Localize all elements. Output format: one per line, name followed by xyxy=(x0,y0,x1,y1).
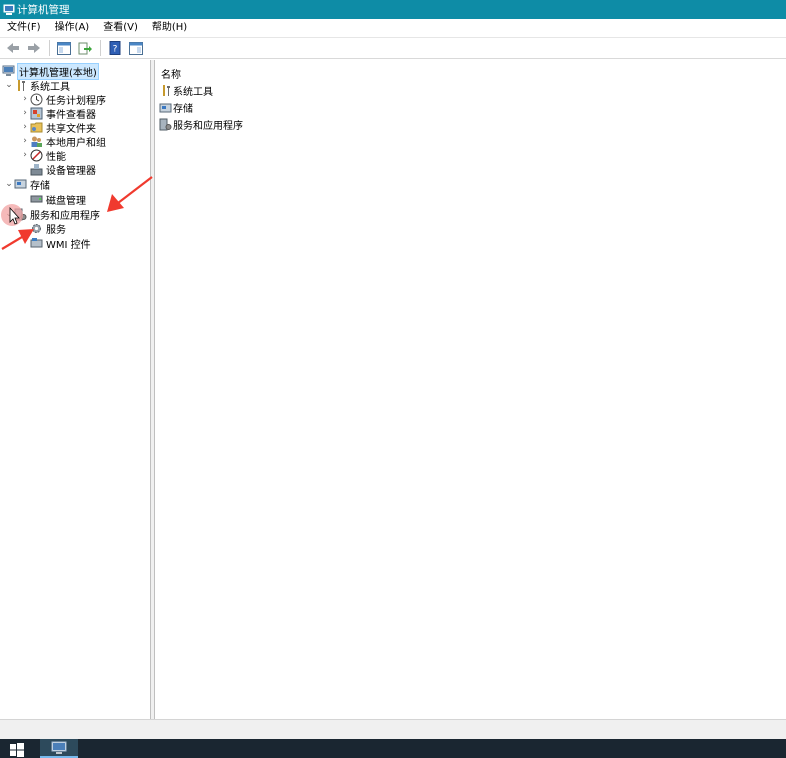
tools-icon xyxy=(159,84,172,97)
tree-label-shared-folders: 共享文件夹 xyxy=(46,123,96,135)
toolbar-separator-2 xyxy=(100,40,101,56)
tree-item-system-tools[interactable]: ⌄ 系统工具 xyxy=(4,78,71,93)
status-bar xyxy=(0,719,786,739)
wmi-icon xyxy=(30,237,43,250)
tree-label-services: 服务 xyxy=(46,224,66,236)
tree-item-device-manager[interactable]: 设备管理器 xyxy=(30,162,97,177)
tree-label-task-scheduler: 任务计划程序 xyxy=(46,95,106,107)
help-button[interactable]: ? xyxy=(105,39,124,57)
list-item-storage[interactable]: 存储 xyxy=(159,100,193,115)
services-apps-icon xyxy=(14,208,27,221)
menu-bar: 文件(F) 操作(A) 查看(V) 帮助(H) xyxy=(0,19,786,37)
event-viewer-icon xyxy=(30,107,43,120)
menu-file[interactable]: 文件(F) xyxy=(0,19,48,37)
export-list-button[interactable] xyxy=(75,39,94,57)
chevron-down-icon[interactable]: ⌄ xyxy=(4,207,14,221)
tree-item-task-scheduler[interactable]: › 任务计划程序 xyxy=(20,92,107,107)
computer-management-icon xyxy=(51,741,67,754)
taskbar-app-computer-management[interactable] xyxy=(40,739,78,758)
list-view-pane[interactable]: 名称 系统工具 存储 服务和应用程序 xyxy=(154,60,786,719)
list-item-services-apps[interactable]: 服务和应用程序 xyxy=(159,117,243,132)
users-icon xyxy=(30,135,43,148)
tree-label-performance: 性能 xyxy=(46,151,66,163)
tree-label-local-users: 本地用户和组 xyxy=(46,137,106,149)
clock-icon xyxy=(30,93,43,106)
list-label-storage: 存储 xyxy=(173,104,193,115)
tree-label-services-apps: 服务和应用程序 xyxy=(30,210,100,222)
tools-icon xyxy=(14,79,27,92)
performance-icon xyxy=(30,149,43,162)
storage-icon xyxy=(14,178,27,191)
tree-label-wmi: WMI 控件 xyxy=(46,239,91,251)
menu-action[interactable]: 操作(A) xyxy=(48,19,97,37)
list-label-system-tools: 系统工具 xyxy=(173,87,213,98)
chevron-right-icon[interactable]: › xyxy=(20,134,30,148)
back-button[interactable] xyxy=(3,39,22,57)
menu-view[interactable]: 查看(V) xyxy=(96,19,145,37)
column-header-name[interactable]: 名称 xyxy=(161,66,181,81)
help-book-icon: ? xyxy=(109,41,120,55)
console-tree-icon xyxy=(56,41,71,55)
storage-icon xyxy=(159,101,172,114)
tree-label-system-tools: 系统工具 xyxy=(30,81,70,93)
chevron-down-icon[interactable]: ⌄ xyxy=(4,177,14,191)
export-icon xyxy=(78,42,92,54)
tree-item-wmi[interactable]: WMI 控件 xyxy=(30,236,92,251)
tree-item-disk-management[interactable]: 磁盘管理 xyxy=(30,192,87,207)
show-hide-console-tree-button[interactable] xyxy=(54,39,73,57)
chevron-right-icon[interactable]: › xyxy=(20,106,30,120)
tree-item-services-apps[interactable]: ⌄ 服务和应用程序 xyxy=(4,207,101,222)
window-title: 计算机管理 xyxy=(17,4,70,16)
gear-icon xyxy=(30,222,43,235)
title-bar: 计算机管理 xyxy=(0,0,786,19)
menu-help[interactable]: 帮助(H) xyxy=(145,19,194,37)
tree-label-event-viewer: 事件查看器 xyxy=(46,109,96,121)
svg-text:?: ? xyxy=(112,45,117,55)
computer-management-icon xyxy=(2,65,15,78)
console-tree-pane[interactable]: 计算机管理(本地) ⌄ 系统工具 › 任务计划程序 › 事件查看器 › 共享文件… xyxy=(0,60,151,719)
tree-item-storage[interactable]: ⌄ 存储 xyxy=(4,177,51,192)
chevron-right-icon[interactable]: › xyxy=(20,92,30,106)
shared-folder-icon xyxy=(30,121,43,134)
list-item-system-tools[interactable]: 系统工具 xyxy=(159,83,213,98)
computer-management-icon xyxy=(3,4,15,15)
tree-label-disk-management: 磁盘管理 xyxy=(46,195,86,207)
windows-start-icon[interactable] xyxy=(10,743,24,757)
disk-icon xyxy=(30,193,43,206)
forward-arrow-icon xyxy=(27,43,40,53)
tree-item-services[interactable]: 服务 xyxy=(30,221,67,236)
tree-item-performance[interactable]: › 性能 xyxy=(20,148,67,163)
tree-item-shared-folders[interactable]: › 共享文件夹 xyxy=(20,120,97,135)
chevron-right-icon[interactable]: › xyxy=(20,120,30,134)
action-pane-icon xyxy=(128,41,143,55)
forward-button[interactable] xyxy=(24,39,43,57)
tree-item-event-viewer[interactable]: › 事件查看器 xyxy=(20,106,97,121)
toolbar: ? xyxy=(0,37,786,59)
tree-item-local-users[interactable]: › 本地用户和组 xyxy=(20,134,107,149)
chevron-down-icon[interactable]: ⌄ xyxy=(4,78,14,92)
list-label-services-apps: 服务和应用程序 xyxy=(173,121,243,132)
back-arrow-icon xyxy=(6,43,19,53)
toolbar-separator xyxy=(49,40,50,56)
show-hide-action-pane-button[interactable] xyxy=(126,39,145,57)
chevron-right-icon[interactable]: › xyxy=(20,148,30,162)
tree-label-device-manager: 设备管理器 xyxy=(46,165,96,177)
taskbar xyxy=(0,739,786,758)
tree-label-storage: 存储 xyxy=(30,180,50,192)
tree-item-root[interactable]: 计算机管理(本地) xyxy=(2,62,99,80)
services-apps-icon xyxy=(159,118,172,131)
device-manager-icon xyxy=(30,163,43,176)
